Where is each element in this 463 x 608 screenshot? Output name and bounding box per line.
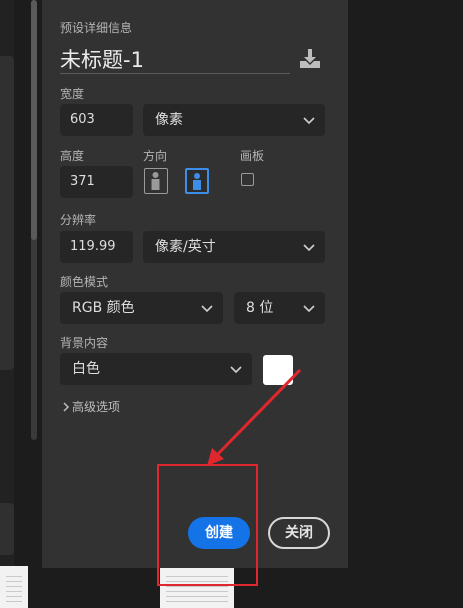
color-mode-label: 颜色模式 <box>60 275 109 289</box>
preset-details-label: 预设详细信息 <box>60 21 133 35</box>
annotation-highlight-box <box>157 464 258 586</box>
color-mode-select[interactable]: RGB 颜色 <box>60 292 223 324</box>
background-card <box>0 503 14 555</box>
document-title-input[interactable]: 未标题-1 <box>60 44 144 74</box>
advanced-options-label: 高级选项 <box>72 400 121 414</box>
height-label: 高度 <box>60 149 85 163</box>
chevron-down-icon <box>303 117 315 125</box>
portrait-orientation-icon[interactable] <box>144 168 168 194</box>
artboard-checkbox[interactable] <box>241 173 254 186</box>
bit-depth-value: 8 位 <box>246 300 274 316</box>
color-mode-value: RGB 颜色 <box>72 300 135 316</box>
width-label: 宽度 <box>60 87 85 101</box>
chevron-down-icon <box>303 305 315 313</box>
height-input[interactable]: 371 <box>60 166 133 198</box>
background-contents-label: 背景内容 <box>60 336 109 350</box>
chevron-down-icon <box>303 244 315 252</box>
resolution-unit-value: 像素/英寸 <box>155 239 216 255</box>
close-button[interactable]: 关闭 <box>268 517 330 549</box>
background-contents-select[interactable]: 白色 <box>60 353 252 385</box>
resolution-unit-select[interactable]: 像素/英寸 <box>143 231 325 263</box>
scrollbar-thumb[interactable] <box>31 0 37 240</box>
bit-depth-select[interactable]: 8 位 <box>234 292 325 324</box>
chevron-right-icon <box>63 402 70 412</box>
advanced-options-toggle[interactable]: 高级选项 <box>62 398 120 415</box>
width-unit-value: 像素 <box>155 112 183 128</box>
chevron-down-icon <box>201 305 213 313</box>
background-card <box>0 218 14 368</box>
chevron-down-icon <box>230 366 242 374</box>
landscape-orientation-icon[interactable] <box>185 168 209 194</box>
artboard-label: 画板 <box>240 149 265 163</box>
background-color-swatch[interactable] <box>263 355 293 385</box>
resolution-input[interactable]: 119.99 <box>60 231 133 263</box>
background-thumbnail <box>0 566 28 608</box>
width-input[interactable]: 603 <box>60 104 133 136</box>
width-unit-select[interactable]: 像素 <box>143 104 325 136</box>
orientation-label: 方向 <box>143 149 168 163</box>
title-underline <box>60 73 290 74</box>
background-contents-value: 白色 <box>72 361 100 377</box>
save-preset-icon[interactable] <box>298 48 322 70</box>
resolution-label: 分辨率 <box>60 213 97 227</box>
